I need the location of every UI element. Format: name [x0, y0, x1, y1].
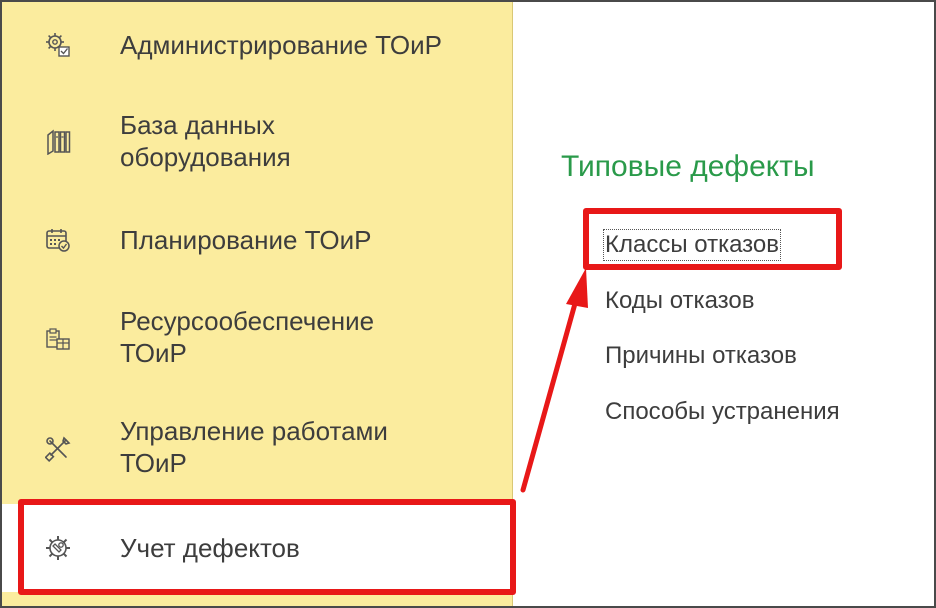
sidebar-item-resources[interactable]: Ресурсообеспечение ТОиР	[2, 297, 512, 377]
resources-icon	[44, 325, 72, 353]
books-icon	[44, 128, 72, 156]
sidebar-item-label: Управление работами ТОиР	[120, 416, 388, 478]
sidebar-item-label: Ресурсообеспечение ТОиР	[120, 306, 375, 368]
panel-title: Типовые дефекты	[561, 150, 815, 183]
sidebar-item-work-management[interactable]: Управление работами ТОиР	[2, 407, 512, 487]
link-elimination-methods[interactable]: Способы устранения	[605, 398, 840, 426]
link-failure-codes[interactable]: Коды отказов	[605, 287, 754, 315]
sidebar-item-label: Планирование ТОиР	[120, 225, 372, 255]
sidebar-item-planning[interactable]: Планирование ТОиР	[2, 205, 512, 275]
gear-settings-icon	[44, 31, 72, 59]
tools-icon	[44, 435, 72, 463]
sidebar-item-administration[interactable]: Администрирование ТОиР	[2, 10, 512, 80]
sidebar-item-label: База данных оборудования	[120, 110, 291, 172]
active-item-highlight	[18, 499, 516, 595]
sidebar-item-equipment-database[interactable]: База данных оборудования	[2, 102, 512, 182]
link-highlight	[583, 208, 842, 270]
link-failure-causes[interactable]: Причины отказов	[605, 342, 797, 370]
calendar-icon	[44, 226, 72, 254]
window-frame: Администрирование ТОиР База данных обору…	[0, 0, 936, 608]
sidebar-item-label: Администрирование ТОиР	[120, 30, 442, 60]
